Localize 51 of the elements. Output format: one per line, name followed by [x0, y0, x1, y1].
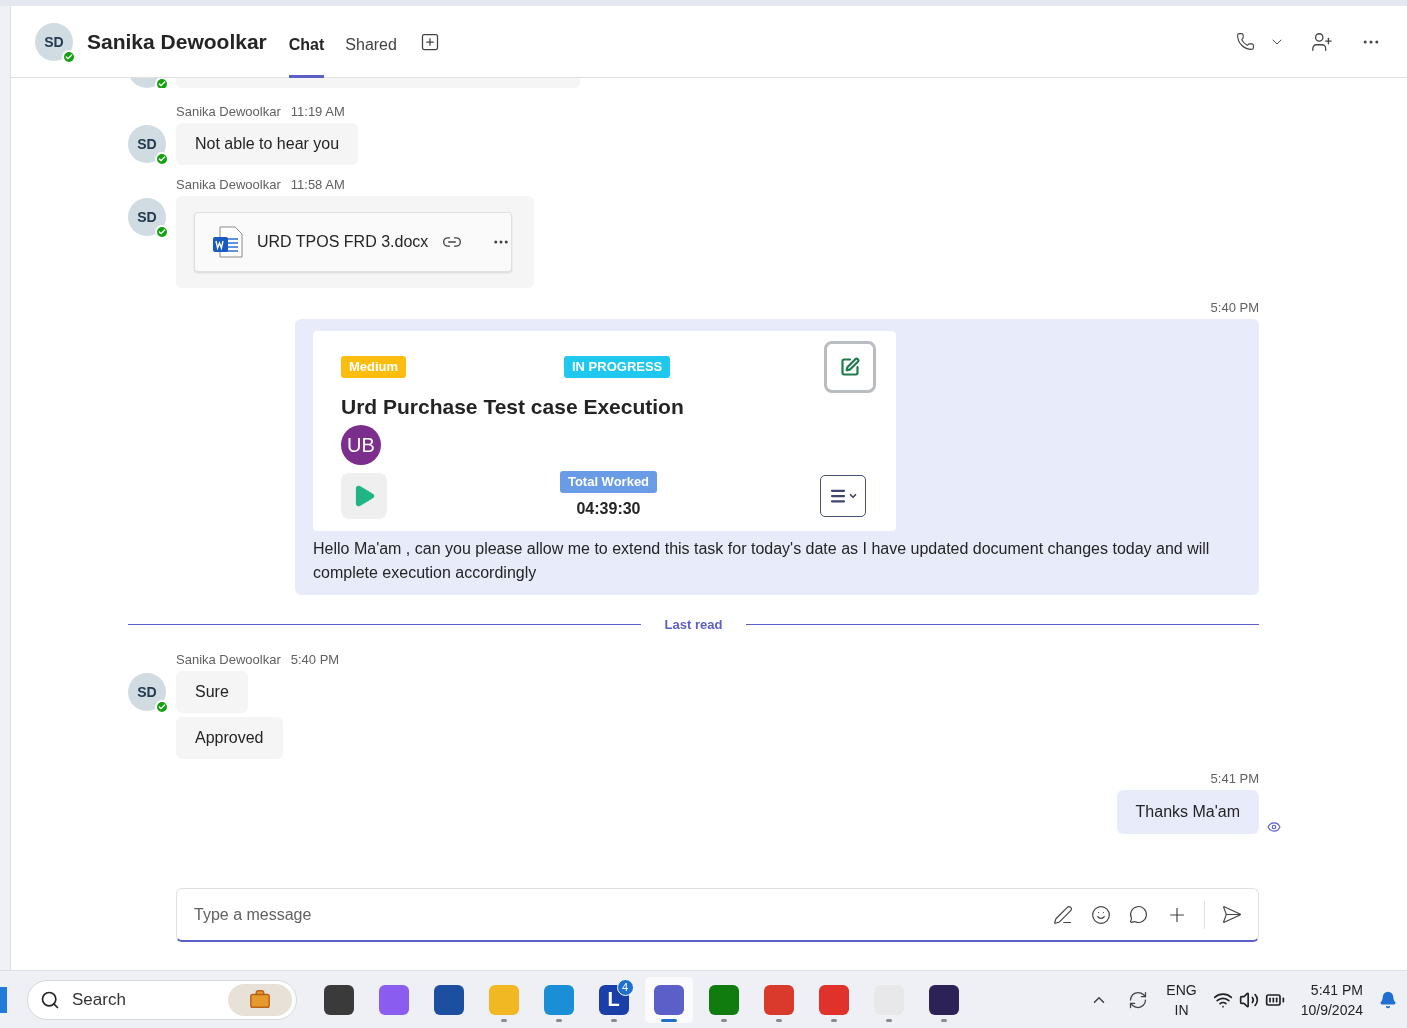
message-input-field[interactable]: Type a message — [192, 904, 1037, 925]
message-time: 5:41 PM — [1210, 771, 1259, 786]
sender-name: Sanika Dewoolkar — [176, 104, 281, 119]
tab[interactable]: Shared — [345, 11, 397, 78]
message-bubble: Sure — [176, 671, 248, 713]
caret-icon — [847, 491, 858, 501]
avatar: SD — [128, 673, 166, 711]
message-text: Hello Ma'am , can you please allow me to extend this task for today's date as I have updated document changes today and will complete execution accordingly — [313, 539, 1211, 583]
avatar: SD — [128, 198, 166, 236]
file-name: URD TPOS FRD 3.docx — [257, 233, 429, 251]
loop-icon[interactable] — [1127, 903, 1150, 926]
start-icon[interactable] — [0, 986, 7, 1013]
volume-icon[interactable] — [1238, 989, 1259, 1010]
chat-title: Sanika Dewoolkar — [87, 29, 267, 54]
language-indicator[interactable]: ENG — [1166, 979, 1197, 1000]
last-read-label: Last read — [664, 617, 723, 632]
clock-time[interactable]: 5:41 PM — [1310, 979, 1363, 1000]
priority-tag: Medium — [341, 356, 407, 378]
notification-badge: 4 — [616, 978, 634, 996]
phone-icon[interactable] — [1234, 30, 1257, 53]
edit-button[interactable] — [824, 341, 876, 393]
message-bubble: Approved — [176, 717, 283, 759]
file-attachment[interactable]: URD TPOS FRD 3.docx — [194, 212, 512, 272]
search-icon — [40, 989, 60, 1010]
language-indicator[interactable]: IN — [1174, 999, 1189, 1020]
message-time: 11:58 AM — [290, 177, 345, 192]
search-input-field[interactable]: Search — [70, 988, 218, 1011]
message-time: 5:40 PM — [1210, 300, 1259, 315]
avatar: SD — [128, 125, 166, 163]
message-bubble: Not able to hear you — [176, 123, 359, 165]
message-composer[interactable]: Type a message — [176, 888, 1259, 942]
menu-icon — [828, 487, 847, 505]
total-worked-tag: Total Worked — [559, 471, 658, 493]
message-time: 11:19 AM — [290, 104, 345, 119]
status-tag: IN PROGRESS — [564, 356, 671, 378]
total-worked-time: 04:39:30 — [576, 499, 641, 519]
sender-name: Sanika Dewoolkar — [176, 177, 281, 192]
edit-icon — [840, 357, 860, 377]
menu-dropdown-button[interactable] — [820, 475, 866, 517]
notification-bell-icon[interactable] — [1379, 990, 1397, 1009]
message-time: 5:40 PM — [290, 652, 340, 667]
play-button[interactable] — [341, 473, 387, 519]
clock-date[interactable]: 10/9/2024 — [1300, 999, 1363, 1020]
search-bar[interactable]: Search — [27, 979, 297, 1020]
briefcase-icon[interactable] — [228, 983, 292, 1016]
sender-name: Sanika Dewoolkar — [176, 652, 281, 667]
message-text: Thanks Ma'am — [1135, 802, 1240, 822]
assignee-avatar: UB — [341, 425, 381, 465]
word-document-icon — [211, 225, 245, 259]
task-title: Urd Purchase Test case Execution — [341, 395, 685, 419]
avatar: SD — [35, 22, 73, 61]
